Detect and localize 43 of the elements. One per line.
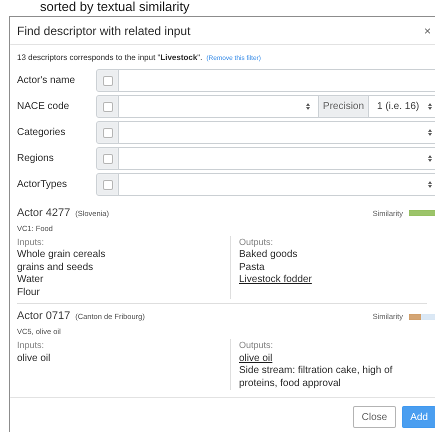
list-item: Baked goods [239,249,298,262]
sort-arrows-icon [428,181,432,188]
select-field[interactable] [119,173,435,196]
list-item: Whole grain cereals [17,249,106,262]
checkbox[interactable] [102,76,112,86]
checkbox[interactable] [102,102,112,112]
matched-output-link[interactable]: olive oil [239,352,272,365]
actor-name: Actor 4277 [17,206,70,221]
field-label: NACE code [17,100,70,114]
field-label: Regions [17,152,55,166]
outputs-label: Outputs: [239,236,274,249]
list-item: Side stream: filtration cake, high of proteins, food approval [239,365,394,390]
precision-addon: Precision [319,95,369,118]
precision-select[interactable]: 1 (i.e. 16) [369,95,435,118]
list-item: Flour [17,286,40,300]
checkbox[interactable] [102,180,112,190]
list-item: olive oil [17,352,50,365]
inputs-label: Inputs: [17,236,46,249]
inputs-label: Inputs: [17,339,46,352]
dialog-title: Find descriptor with related input [17,22,190,40]
list-item: Water [17,274,44,287]
checkbox[interactable] [102,154,112,164]
list-item: Pasta [239,262,265,274]
sort-arrows-icon [428,155,432,162]
matched-output-link[interactable]: Livestock fodder [239,274,312,287]
sort-arrows-icon [306,103,310,110]
sort-arrows-icon [428,129,432,136]
actor-name: Actor 0717 [17,309,70,324]
close-button[interactable]: × [424,22,431,40]
close-dialog-button[interactable]: Close [352,406,396,428]
field-label: Actor's name [17,74,76,88]
select-field[interactable] [119,121,435,144]
select-field[interactable] [119,95,319,118]
select-field[interactable] [119,147,435,170]
sort-arrows-icon [428,103,432,110]
field-label: Categories [17,126,66,140]
page-heading: sorted by textual similarity [40,0,190,14]
filter-note: 13 descriptors corresponds to the input "Livestock". [17,52,202,64]
input-field[interactable] [119,69,435,92]
field-label: ActorTypes [17,178,68,192]
outputs-label: Outputs: [239,339,274,352]
checkbox[interactable] [102,128,112,138]
list-item: grains and seeds [17,262,94,274]
